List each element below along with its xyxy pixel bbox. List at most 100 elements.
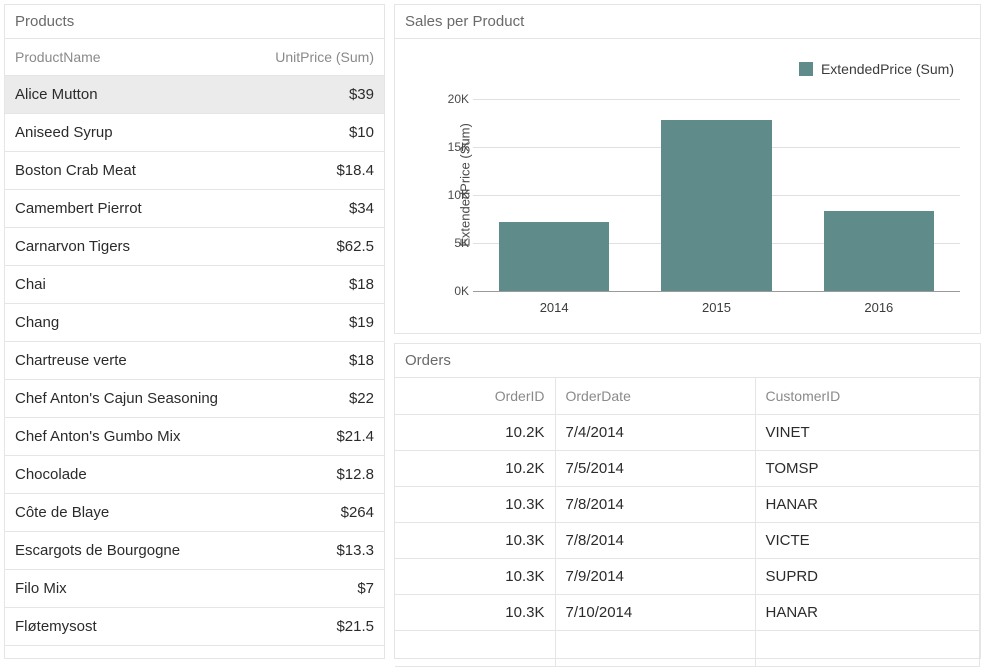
- chart-plot[interactable]: 0K5K10K15K20K201420152016: [473, 99, 960, 291]
- table-row[interactable]: Chang$19: [5, 304, 384, 342]
- orders-panel: Orders OrderID OrderDate CustomerID 10.2…: [394, 343, 981, 659]
- order-id-cell: 10.3K: [395, 487, 555, 523]
- order-date-cell: 7/4/2014: [555, 415, 755, 451]
- table-row[interactable]: Chai$18: [5, 266, 384, 304]
- table-row[interactable]: Fløtemysost$21.5: [5, 608, 384, 646]
- product-price-cell: $18: [244, 266, 384, 303]
- chart-bar[interactable]: [824, 211, 934, 291]
- product-price-cell: $62.5: [244, 228, 384, 265]
- product-price-cell: $39: [244, 76, 384, 113]
- product-price-cell: $10: [244, 114, 384, 151]
- table-row[interactable]: Escargots de Bourgogne$13.3: [5, 532, 384, 570]
- orders-body: 10.2K7/4/2014VINET10.2K7/5/2014TOMSP10.3…: [395, 415, 980, 667]
- order-date-cell: 7/8/2014: [555, 487, 755, 523]
- chart-panel: Sales per Product ExtendedPrice (Sum) Ex…: [394, 4, 981, 334]
- table-row[interactable]: Chef Anton's Gumbo Mix$21.4: [5, 418, 384, 456]
- table-row[interactable]: 10.3K7/9/2014SUPRD: [395, 559, 980, 595]
- order-date-cell: 7/9/2014: [555, 559, 755, 595]
- order-customer-cell: VINET: [755, 415, 980, 451]
- chart-y-tick: 20K: [437, 92, 469, 106]
- product-price-cell: $21.4: [244, 418, 384, 455]
- order-date-cell: 7/10/2014: [555, 595, 755, 631]
- chart-y-tick: 10K: [437, 188, 469, 202]
- product-price-cell: $19: [244, 304, 384, 341]
- order-cell-partial: [395, 631, 555, 667]
- table-row[interactable]: Camembert Pierrot$34: [5, 190, 384, 228]
- product-name-cell: Camembert Pierrot: [5, 190, 244, 227]
- orders-header-customer[interactable]: CustomerID: [755, 378, 980, 415]
- table-row[interactable]: Côte de Blaye$264: [5, 494, 384, 532]
- table-row[interactable]: Aniseed Syrup$10: [5, 114, 384, 152]
- products-header-name[interactable]: ProductName: [5, 39, 244, 75]
- chart-bar[interactable]: [499, 222, 609, 291]
- product-price-cell: $21.5: [244, 608, 384, 645]
- table-row[interactable]: Boston Crab Meat$18.4: [5, 152, 384, 190]
- chart-x-tick: 2014: [473, 300, 635, 315]
- order-id-cell: 10.3K: [395, 595, 555, 631]
- table-row[interactable]: 10.2K7/5/2014TOMSP: [395, 451, 980, 487]
- table-row[interactable]: Chartreuse verte$18: [5, 342, 384, 380]
- table-row[interactable]: Chef Anton's Cajun Seasoning$22: [5, 380, 384, 418]
- order-id-cell: 10.2K: [395, 451, 555, 487]
- table-row[interactable]: Chocolade$12.8: [5, 456, 384, 494]
- product-name-cell: Chef Anton's Cajun Seasoning: [5, 380, 244, 417]
- table-row[interactable]: Carnarvon Tigers$62.5: [5, 228, 384, 266]
- product-name-cell: Boston Crab Meat: [5, 152, 244, 189]
- product-price-cell: $34: [244, 190, 384, 227]
- table-row[interactable]: [395, 631, 980, 667]
- product-name-cell: Chartreuse verte: [5, 342, 244, 379]
- product-price-cell: $7: [244, 570, 384, 607]
- chart-bar-slot: 2016: [798, 99, 960, 291]
- product-name-cell: Chef Anton's Gumbo Mix: [5, 418, 244, 455]
- orders-header-date[interactable]: OrderDate: [555, 378, 755, 415]
- chart-bars: 201420152016: [473, 99, 960, 291]
- chart-bar-slot: 2015: [635, 99, 797, 291]
- chart-x-tick: 2015: [635, 300, 797, 315]
- table-row[interactable]: 10.3K7/8/2014HANAR: [395, 487, 980, 523]
- chart-y-tick: 5K: [437, 236, 469, 250]
- chart-y-tick: 15K: [437, 140, 469, 154]
- chart-y-tick: 0K: [437, 284, 469, 298]
- order-id-cell: 10.3K: [395, 523, 555, 559]
- table-row[interactable]: 10.3K7/10/2014HANAR: [395, 595, 980, 631]
- products-panel: Products ProductName UnitPrice (Sum) Ali…: [4, 4, 385, 659]
- chart-title: Sales per Product: [395, 5, 980, 39]
- chart-x-tick: 2016: [798, 300, 960, 315]
- product-name-cell: Chocolade: [5, 456, 244, 493]
- product-price-cell: $264: [244, 494, 384, 531]
- product-name-cell: Fløtemysost: [5, 608, 244, 645]
- order-customer-cell: TOMSP: [755, 451, 980, 487]
- products-title: Products: [5, 5, 384, 39]
- product-price-cell: $18.4: [244, 152, 384, 189]
- product-name-cell: Chai: [5, 266, 244, 303]
- orders-header-row: OrderID OrderDate CustomerID: [395, 378, 980, 415]
- product-name-cell: Escargots de Bourgogne: [5, 532, 244, 569]
- product-price-cell: $22: [244, 380, 384, 417]
- table-row[interactable]: Filo Mix$7: [5, 570, 384, 608]
- order-cell-partial: [555, 631, 755, 667]
- orders-table: OrderID OrderDate CustomerID 10.2K7/4/20…: [395, 378, 980, 667]
- orders-header-id[interactable]: OrderID: [395, 378, 555, 415]
- product-price-cell: $13.3: [244, 532, 384, 569]
- table-row[interactable]: 10.2K7/4/2014VINET: [395, 415, 980, 451]
- products-rows: Alice Mutton$39Aniseed Syrup$10Boston Cr…: [5, 76, 384, 646]
- product-name-cell: Chang: [5, 304, 244, 341]
- product-name-cell: Filo Mix: [5, 570, 244, 607]
- order-customer-cell: SUPRD: [755, 559, 980, 595]
- order-id-cell: 10.3K: [395, 559, 555, 595]
- order-customer-cell: VICTE: [755, 523, 980, 559]
- order-customer-cell: HANAR: [755, 487, 980, 523]
- chart-area: ExtendedPrice (Sum) ExtendedPrice (Sum) …: [395, 39, 980, 331]
- order-date-cell: 7/5/2014: [555, 451, 755, 487]
- chart-bar-slot: 2014: [473, 99, 635, 291]
- table-row[interactable]: Alice Mutton$39: [5, 76, 384, 114]
- products-column-headers: ProductName UnitPrice (Sum): [5, 39, 384, 76]
- chart-gridline: [473, 291, 960, 292]
- table-row[interactable]: 10.3K7/8/2014VICTE: [395, 523, 980, 559]
- product-name-cell: Côte de Blaye: [5, 494, 244, 531]
- chart-bar[interactable]: [661, 120, 771, 291]
- chart-legend: ExtendedPrice (Sum): [799, 61, 954, 77]
- products-header-price[interactable]: UnitPrice (Sum): [244, 39, 384, 75]
- product-name-cell: Alice Mutton: [5, 76, 244, 113]
- order-date-cell: 7/8/2014: [555, 523, 755, 559]
